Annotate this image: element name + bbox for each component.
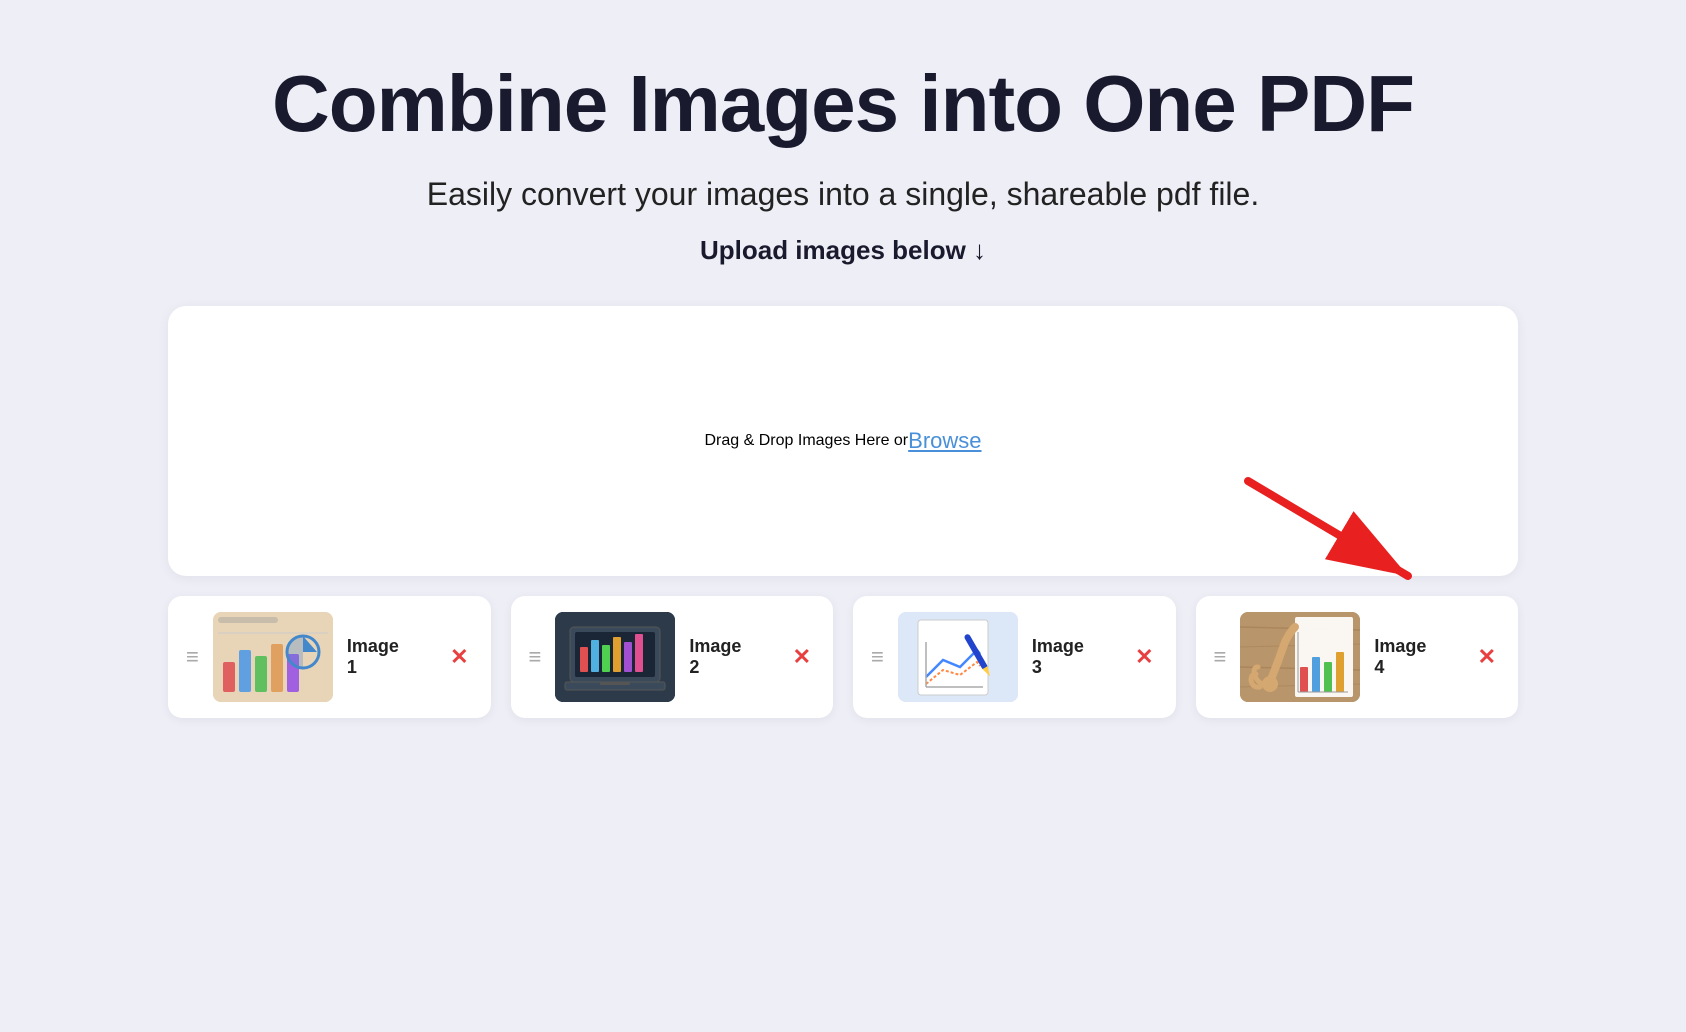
page-title: Combine Images into One PDF [243, 60, 1443, 148]
dropzone-text: Drag & Drop Images Here or [705, 432, 909, 450]
image-label-4: Image4 [1374, 636, 1459, 678]
images-row: ≡ Image1 ✕ ≡ [168, 596, 1518, 718]
drag-handle-3[interactable]: ≡ [871, 646, 884, 668]
image-card-3: ≡ Image3 ✕ [853, 596, 1176, 718]
page-subtitle: Easily convert your images into a single… [243, 176, 1443, 213]
dropzone[interactable]: Drag & Drop Images Here or Browse [168, 306, 1518, 576]
image-label-3: Image3 [1032, 636, 1117, 678]
image-label-2: Image2 [689, 636, 774, 678]
dropzone-wrapper: Drag & Drop Images Here or Browse [168, 306, 1518, 576]
browse-link[interactable]: Browse [908, 428, 981, 454]
drag-handle-2[interactable]: ≡ [529, 646, 542, 668]
remove-button-3[interactable]: ✕ [1131, 642, 1157, 672]
header-section: Combine Images into One PDF Easily conve… [243, 60, 1443, 266]
arrow-icon [1238, 471, 1438, 591]
image-label-1: Image1 [347, 636, 432, 678]
drag-handle-1[interactable]: ≡ [186, 646, 199, 668]
image-thumb-1 [213, 612, 333, 702]
drag-handle-4[interactable]: ≡ [1214, 646, 1227, 668]
remove-button-4[interactable]: ✕ [1474, 642, 1500, 672]
image-thumb-3 [898, 612, 1018, 702]
image-card-2: ≡ Image2 ✕ [511, 596, 834, 718]
image-card-1: ≡ Image1 ✕ [168, 596, 491, 718]
image-card-4: ≡ [1196, 596, 1519, 718]
image-thumb-2 [555, 612, 675, 702]
remove-button-1[interactable]: ✕ [446, 642, 472, 672]
image-thumb-4 [1240, 612, 1360, 702]
upload-hint: Upload images below ↓ [243, 235, 1443, 266]
remove-button-2[interactable]: ✕ [789, 642, 815, 672]
arrow-pointer [1238, 471, 1438, 596]
